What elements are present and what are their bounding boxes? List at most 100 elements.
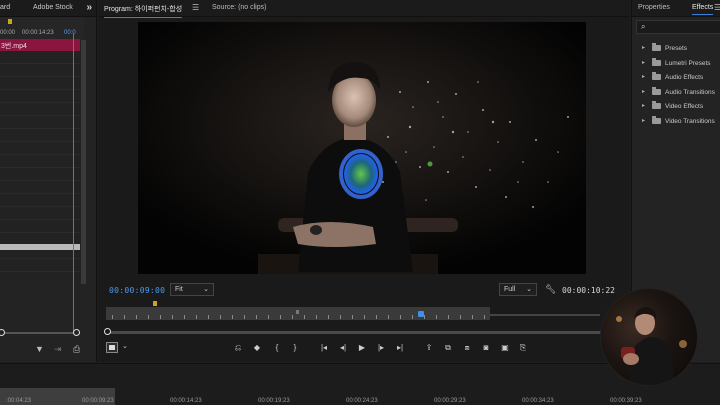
go-to-out-icon[interactable]: ▸| [393, 342, 407, 354]
chevron-right-icon[interactable]: ▸ [642, 44, 645, 51]
overlay-icon[interactable]: ▣ [498, 342, 512, 354]
person-arm [293, 222, 376, 247]
program-playhead[interactable] [417, 311, 424, 317]
timeline-ruler-time: 00:00:19:23 [258, 398, 290, 404]
zoom-handle-left[interactable] [0, 329, 5, 336]
search-icon: ⌕ [641, 22, 646, 31]
zoom-fit-dropdown[interactable]: Fit ⌄ [170, 283, 214, 296]
effects-folder-item[interactable]: ▸ Video Effects [642, 101, 720, 113]
ruler-tick [484, 315, 485, 319]
tab-source[interactable]: Source: (no clips) [212, 4, 266, 11]
insert-icon[interactable]: ⎌ [231, 342, 245, 354]
hamburger-icon[interactable]: ☰ [714, 3, 720, 12]
timeline-ruler-time: 00:00:39:23 [610, 398, 642, 404]
timeline-ruler-time: 00:00:34:23 [522, 398, 554, 404]
current-timecode[interactable]: 00:00:09:00 [109, 286, 165, 295]
ruler-tick [148, 315, 149, 319]
ruler-tick [412, 315, 413, 319]
hamburger-icon[interactable]: ☰ [192, 3, 199, 12]
chevron-right-icon[interactable]: ▸ [642, 73, 645, 80]
ruler-tick [472, 315, 473, 319]
effects-folder-item[interactable]: ▸ Presets [642, 43, 720, 55]
step-back-icon[interactable]: ◂| [336, 342, 350, 354]
export-frame-icon[interactable]: ⎘ [516, 342, 530, 354]
timeline-ruler-time: 00:00:14:23 [170, 398, 202, 404]
tab-properties[interactable]: Properties [638, 4, 670, 11]
program-zoom-bar[interactable] [104, 328, 614, 335]
effects-folder-item[interactable]: ▸ Video Transitions [642, 115, 720, 128]
timeline-ruler-time: 00:00:09:23 [82, 398, 114, 404]
tab-effects[interactable]: Effects [692, 4, 714, 15]
source-clip[interactable]: 3번.mp4 [0, 39, 80, 51]
energy-ball [344, 154, 378, 194]
source-panel: ard Adobe Stock » 00:00 00:00:14:23 00:0… [0, 0, 97, 362]
wrench-icon[interactable]: 🔧︎ [545, 284, 556, 295]
webcam-overlay [600, 288, 698, 386]
extract-icon[interactable]: ⧉ [441, 342, 455, 354]
tab-board[interactable]: ard [0, 4, 10, 11]
program-tabs: Program: 하이퍼펀치-합성 ☰ Source: (no clips) [98, 0, 630, 18]
camera-icon[interactable]: ◙ [479, 342, 493, 354]
program-time-ruler[interactable] [106, 301, 490, 320]
source-playhead[interactable] [73, 33, 74, 333]
effects-search[interactable]: ⌕ [636, 20, 720, 34]
mark-in-icon[interactable]: { [270, 342, 284, 354]
source-time-ruler[interactable]: 00:00 00:00:14:23 00:0 [0, 17, 84, 39]
folder-icon [652, 57, 661, 66]
tab-program[interactable]: Program: 하이퍼펀치-합성 [104, 4, 183, 18]
step-forward-icon[interactable]: |▸ [374, 342, 388, 354]
zoom-handle-left[interactable] [104, 328, 111, 335]
effects-folder-item[interactable]: ▸ Audio Transitions [642, 86, 720, 99]
chevron-right-icon[interactable]: ▸ [642, 102, 645, 109]
folder-icon [652, 86, 661, 95]
resolution-value: Full [504, 286, 516, 293]
filter-icon[interactable]: ▼ [35, 344, 44, 354]
effects-folder-label: Video Effects [665, 103, 704, 110]
effects-folder-item[interactable]: ▸ Lumetri Presets [642, 57, 720, 70]
ruler-tick [172, 315, 173, 319]
chevron-double-right-icon[interactable]: » [86, 2, 92, 13]
source-panel-tabs: ard Adobe Stock » [0, 0, 96, 17]
effects-search-input[interactable] [653, 22, 719, 32]
timeline-ruler[interactable]: :00:04:23 00:00:09:23 00:00:14:23 00:00:19:… [0, 398, 720, 405]
watch [310, 225, 322, 235]
ruler-tick [160, 315, 161, 319]
resolution-dropdown[interactable]: Full ⌄ [499, 283, 537, 296]
mark-out-icon[interactable]: } [288, 342, 302, 354]
source-scrollbar[interactable] [81, 40, 86, 284]
marker [296, 310, 299, 314]
timeline-ruler-time: 00:00:29:23 [434, 398, 466, 404]
insert-icon[interactable]: ⇥ [54, 344, 62, 355]
go-to-in-icon[interactable]: |◂ [317, 342, 331, 354]
transport-controls: ⎌ ◆ { } |◂ ◂| ▶ |▸ ▸| ⇪ ⧉ ⧈ ◙ ▣ ⎘ [98, 341, 630, 357]
monitor-bar: 00:00:09:00 Fit ⌄ Full ⌄ 🔧︎ 00:00:10:22 [98, 281, 630, 299]
source-zoom-bar[interactable] [0, 329, 80, 336]
chevron-right-icon[interactable]: ▸ [642, 59, 645, 66]
ruler-tick [256, 315, 257, 319]
effects-folder-item[interactable]: ▸ Audio Effects [642, 72, 720, 84]
in-point-marker [8, 19, 12, 24]
video-frame[interactable] [138, 22, 586, 274]
zoom-handle-right[interactable] [73, 329, 80, 336]
lift-icon[interactable]: ⇪ [422, 342, 436, 354]
ruler-tick [184, 315, 185, 319]
compare-icon[interactable]: ⧈ [460, 342, 474, 354]
chevron-down-icon: ⌄ [203, 286, 209, 293]
ruler-tick [280, 315, 281, 319]
chevron-down-icon: ⌄ [526, 286, 532, 293]
program-monitor: Program: 하이퍼펀치-합성 ☰ Source: (no clips) 0… [98, 0, 630, 362]
chevron-right-icon[interactable]: ▸ [642, 88, 645, 95]
source-selected-track[interactable] [0, 244, 80, 250]
ruler-tick [196, 315, 197, 319]
export-icon[interactable]: ⎙ [73, 344, 80, 355]
play-icon[interactable]: ▶ [355, 342, 369, 354]
folder-icon [652, 43, 661, 51]
ruler-tick [424, 315, 425, 319]
tab-adobe-stock[interactable]: Adobe Stock [33, 4, 73, 11]
ruler-tick [436, 315, 437, 319]
ruler-tick [244, 315, 245, 319]
ruler-tick [460, 315, 461, 319]
chevron-right-icon[interactable]: ▸ [642, 117, 645, 124]
effects-folder-label: Video Transitions [665, 117, 715, 125]
add-marker-icon[interactable]: ◆ [250, 342, 264, 354]
